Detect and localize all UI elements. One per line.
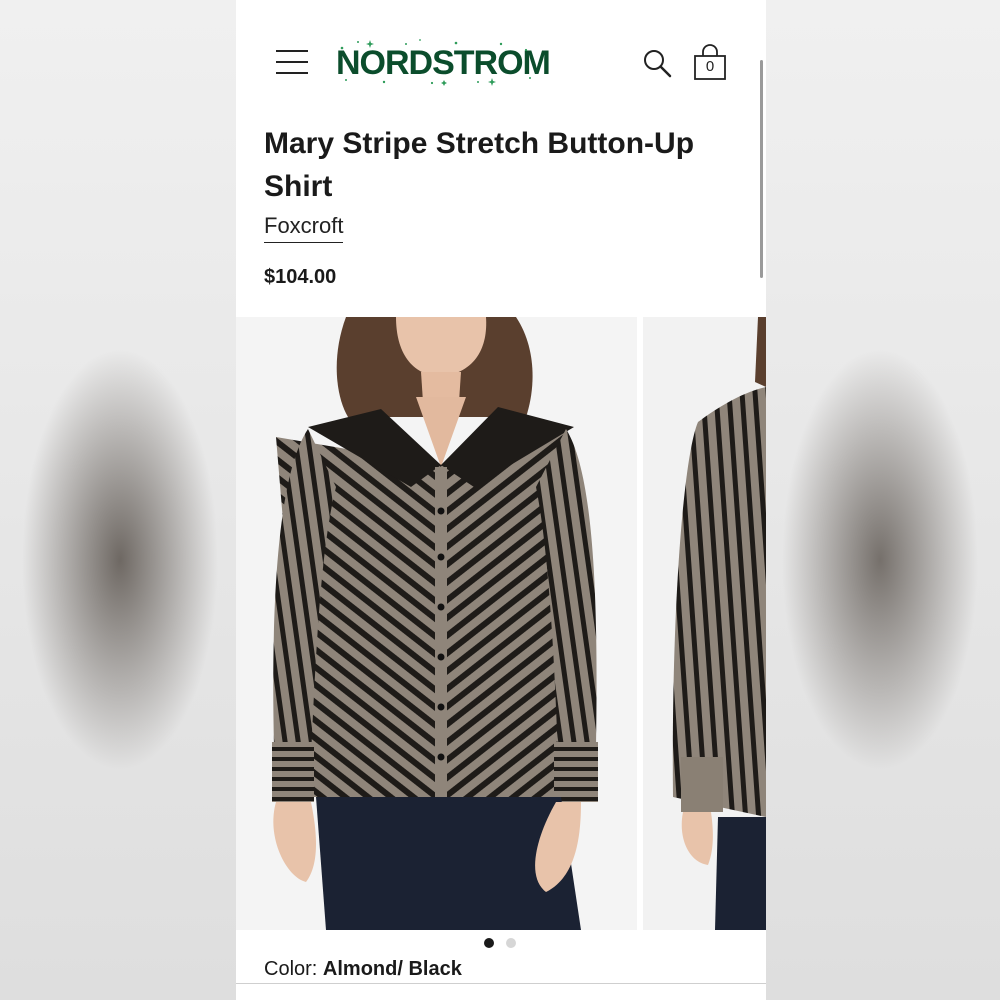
menu-icon-bar [276,72,308,74]
menu-icon-bar [276,50,308,52]
search-button[interactable] [642,48,674,80]
menu-button[interactable] [276,48,308,76]
mobile-product-page: NORDSTROM 0 Mary Stripe Stretch Button-U… [236,0,766,1000]
product-image-back[interactable] [643,317,766,930]
scrollbar[interactable] [760,60,763,278]
divider [236,983,766,984]
site-header: NORDSTROM 0 [236,0,766,118]
model-front-photo [236,317,637,930]
color-selection: Color: Almond/ Black [264,958,462,981]
model-back-photo [643,317,766,930]
carousel-indicators [236,936,766,950]
carousel-dot-active[interactable] [484,938,494,948]
product-image-carousel[interactable] [236,317,766,930]
product-title: Mary Stripe Stretch Button-Up Shirt [264,127,695,203]
product-price: $104.00 [264,266,337,288]
nordstrom-logo[interactable]: NORDSTROM [336,38,551,88]
bag-count: 0 [705,58,715,75]
menu-icon-bar [276,61,308,63]
shopping-bag-button[interactable]: 0 [692,44,728,82]
product-image-front[interactable] [236,317,637,930]
brand-link[interactable]: Foxcroft [264,212,344,243]
color-value: Almond/ Black [322,958,462,980]
color-label: Color: [264,958,318,980]
logo-text: NORDSTROM [336,44,551,82]
carousel-dot[interactable] [506,938,516,948]
search-icon [644,50,672,78]
